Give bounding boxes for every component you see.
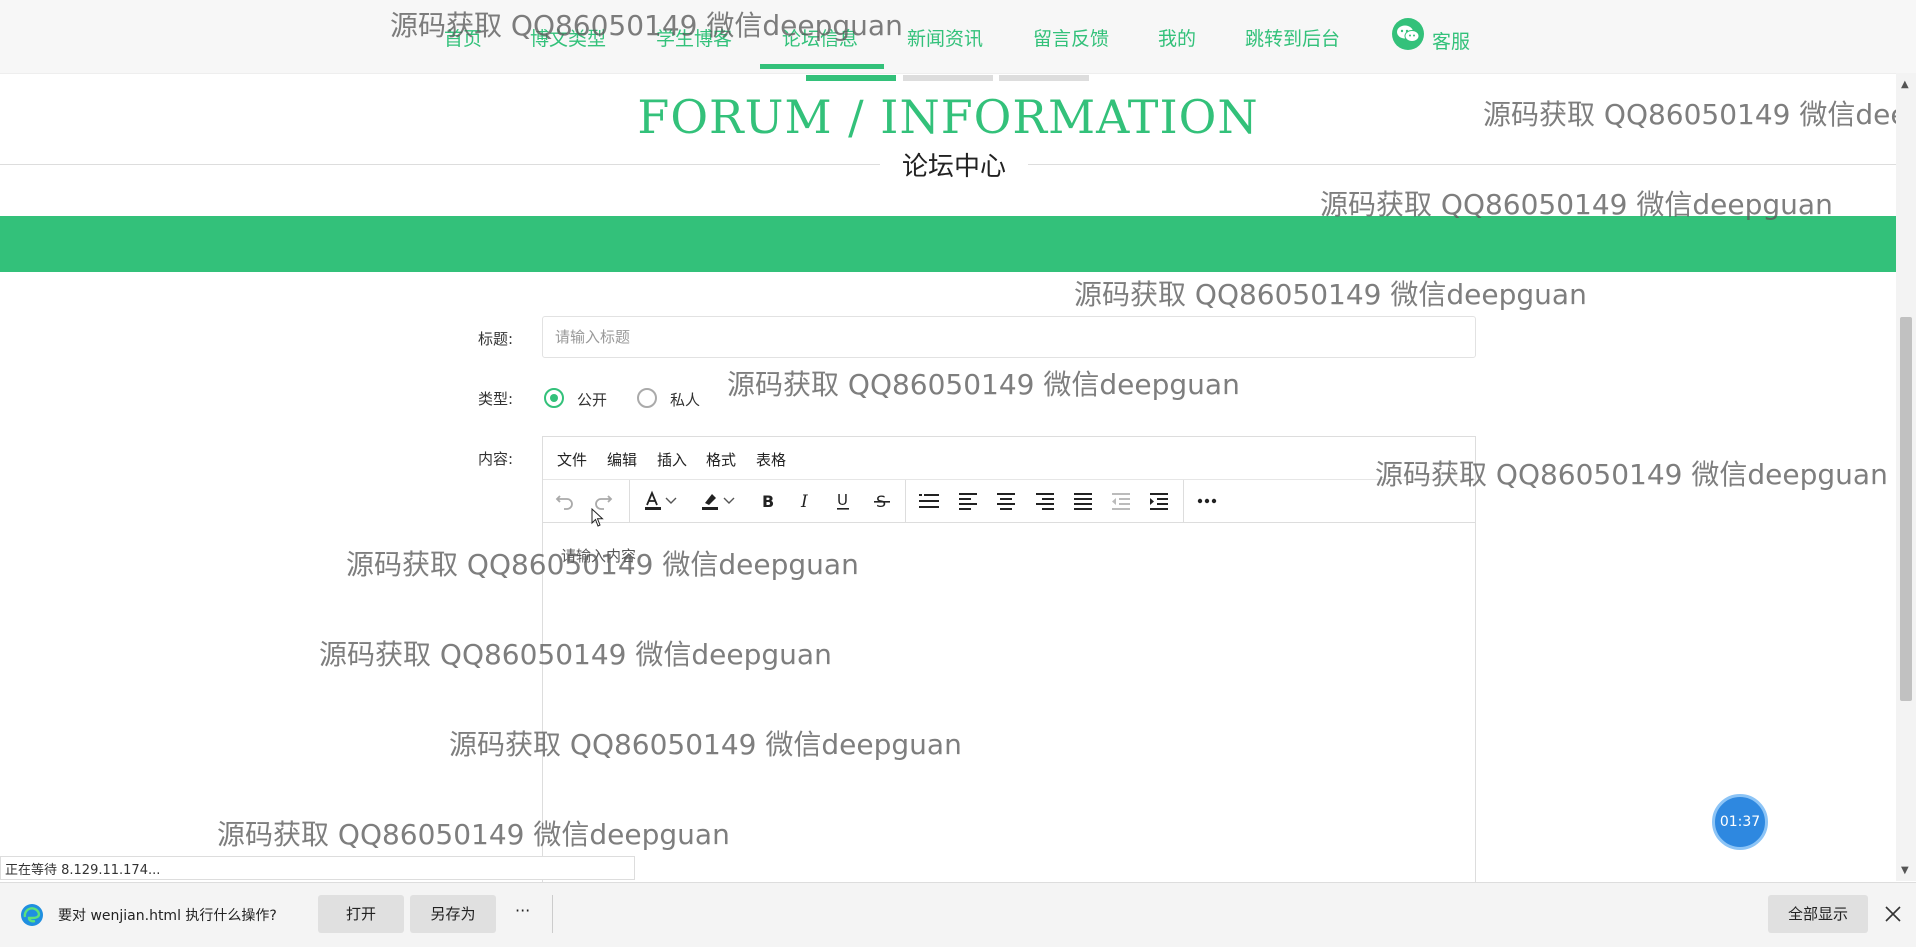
rich-text-editor[interactable]: 文件 编辑 插入 格式 表格 B I U S 请输入内容 bbox=[542, 436, 1476, 888]
cursor-icon bbox=[591, 508, 604, 527]
more-icon[interactable] bbox=[1193, 487, 1221, 515]
nav-active-indicator bbox=[760, 64, 884, 69]
show-all-button[interactable]: 全部显示 bbox=[1768, 895, 1868, 933]
top-navigation: 首页 博文类型 学生博客 论坛信息 新闻资讯 留言反馈 我的 跳转到后台 客服 bbox=[0, 0, 1916, 74]
title-input[interactable]: 请输入标题 bbox=[542, 316, 1476, 358]
open-button[interactable]: 打开 bbox=[318, 895, 404, 933]
editor-menubar: 文件 编辑 插入 格式 表格 bbox=[543, 437, 1475, 480]
menu-file[interactable]: 文件 bbox=[557, 449, 587, 470]
nav-blog-types[interactable]: 博文类型 bbox=[530, 24, 606, 51]
toolbar-separator bbox=[905, 480, 906, 522]
nav-feedback[interactable]: 留言反馈 bbox=[1033, 24, 1109, 51]
subnav-bar-active bbox=[806, 75, 896, 81]
subnav-bar bbox=[999, 75, 1089, 81]
menu-insert[interactable]: 插入 bbox=[657, 449, 687, 470]
align-center-icon[interactable] bbox=[992, 487, 1020, 515]
vertical-scrollbar[interactable]: ▲ ▼ bbox=[1896, 73, 1916, 881]
undo-icon[interactable] bbox=[551, 487, 579, 515]
download-separator bbox=[552, 895, 553, 933]
menu-format[interactable]: 格式 bbox=[706, 449, 736, 470]
subnav-bar bbox=[903, 75, 993, 81]
italic-icon[interactable]: I bbox=[791, 487, 819, 515]
bold-icon[interactable]: B bbox=[753, 487, 781, 515]
watermark: 源码获取 QQ86050149 微信deepguan bbox=[727, 368, 1240, 401]
edge-browser-icon bbox=[21, 904, 43, 926]
nav-admin[interactable]: 跳转到后台 bbox=[1245, 24, 1340, 51]
status-bar: 正在等待 8.129.11.174... bbox=[0, 856, 635, 880]
type-label: 类型: bbox=[478, 390, 514, 408]
more-options-icon[interactable]: ··· bbox=[515, 901, 530, 920]
save-as-button[interactable]: 另存为 bbox=[410, 895, 496, 933]
nav-forum[interactable]: 论坛信息 bbox=[782, 24, 858, 51]
nav-news[interactable]: 新闻资讯 bbox=[907, 24, 983, 51]
download-bar: 要对 wenjian.html 执行什么操作? 打开 另存为 ··· 全部显示 bbox=[0, 882, 1916, 947]
toolbar-separator bbox=[629, 480, 630, 522]
outdent-icon[interactable] bbox=[1107, 487, 1135, 515]
nav-home[interactable]: 首页 bbox=[444, 24, 482, 51]
content-label: 内容: bbox=[478, 450, 514, 468]
scroll-up-arrow-icon[interactable]: ▲ bbox=[1901, 79, 1909, 90]
chevron-down-icon[interactable] bbox=[663, 487, 679, 515]
underline-icon[interactable]: U bbox=[829, 487, 857, 515]
indent-icon[interactable] bbox=[1145, 487, 1173, 515]
menu-table[interactable]: 表格 bbox=[756, 449, 786, 470]
menu-edit[interactable]: 编辑 bbox=[607, 449, 637, 470]
nav-mine[interactable]: 我的 bbox=[1158, 24, 1196, 51]
highlight-color-icon[interactable] bbox=[696, 487, 724, 515]
svg-text:B: B bbox=[762, 492, 774, 511]
page-subtitle: 论坛中心 bbox=[880, 146, 1028, 183]
radio-private-label[interactable]: 私人 bbox=[670, 389, 700, 410]
scrollbar-thumb[interactable] bbox=[1900, 317, 1912, 701]
radio-public[interactable] bbox=[544, 388, 564, 408]
editor-content-placeholder[interactable]: 请输入内容 bbox=[561, 545, 636, 566]
svg-text:U: U bbox=[837, 491, 848, 509]
title-label: 标题: bbox=[478, 330, 514, 348]
align-right-icon[interactable] bbox=[1031, 487, 1059, 515]
wechat-icon[interactable] bbox=[1392, 18, 1424, 50]
banner-band bbox=[0, 216, 1896, 272]
timer-badge[interactable]: 01:37 bbox=[1712, 794, 1768, 850]
editor-toolbar: B I U S bbox=[543, 480, 1475, 523]
toolbar-separator bbox=[1183, 480, 1184, 522]
align-justify-icon[interactable] bbox=[1069, 487, 1097, 515]
nav-service[interactable]: 客服 bbox=[1432, 27, 1470, 54]
strikethrough-icon[interactable]: S bbox=[868, 487, 896, 515]
radio-private[interactable] bbox=[637, 388, 657, 408]
svg-text:I: I bbox=[800, 492, 808, 511]
close-icon[interactable] bbox=[1884, 905, 1902, 923]
chevron-down-icon[interactable] bbox=[721, 487, 737, 515]
list-icon[interactable] bbox=[915, 487, 943, 515]
page-title: FORUM / INFORMATION bbox=[637, 90, 1259, 144]
nav-student-blogs[interactable]: 学生博客 bbox=[656, 24, 732, 51]
scroll-down-arrow-icon[interactable]: ▼ bbox=[1901, 865, 1909, 876]
align-left-icon[interactable] bbox=[954, 487, 982, 515]
download-prompt: 要对 wenjian.html 执行什么操作? bbox=[58, 908, 277, 924]
radio-public-label[interactable]: 公开 bbox=[577, 389, 607, 410]
watermark: 源码获取 QQ86050149 微信deepguan bbox=[1074, 278, 1587, 311]
